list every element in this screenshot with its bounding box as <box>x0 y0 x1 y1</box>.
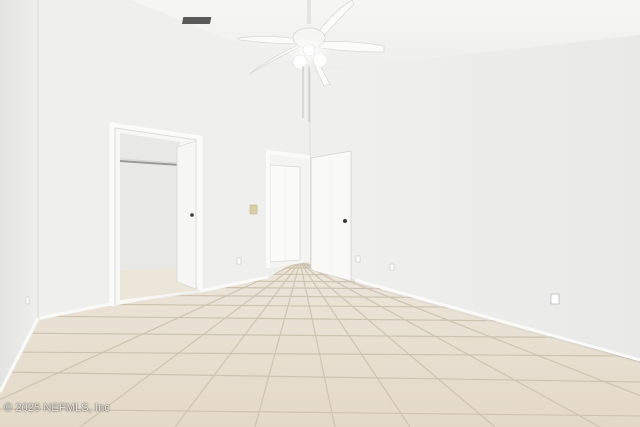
photo-watermark: © 2025 NEFMLS, Inc <box>4 402 110 414</box>
fan-light-right <box>312 52 328 68</box>
ceiling-vent <box>181 17 212 24</box>
hallway-doorway <box>266 149 352 282</box>
fan-light-center <box>302 43 316 57</box>
outlet-left-wall <box>236 257 242 265</box>
outlet-right-wall-3 <box>550 293 560 305</box>
outlet-side-wall <box>25 296 30 305</box>
room-photo: © 2025 NEFMLS, Inc <box>0 0 640 427</box>
outlet-right-wall-2 <box>389 263 395 271</box>
door-knob <box>343 219 347 223</box>
fan-light-left <box>292 54 308 70</box>
light-switch <box>249 204 258 215</box>
outlet-right-wall-1 <box>355 255 361 263</box>
closet-doorway <box>109 122 203 306</box>
